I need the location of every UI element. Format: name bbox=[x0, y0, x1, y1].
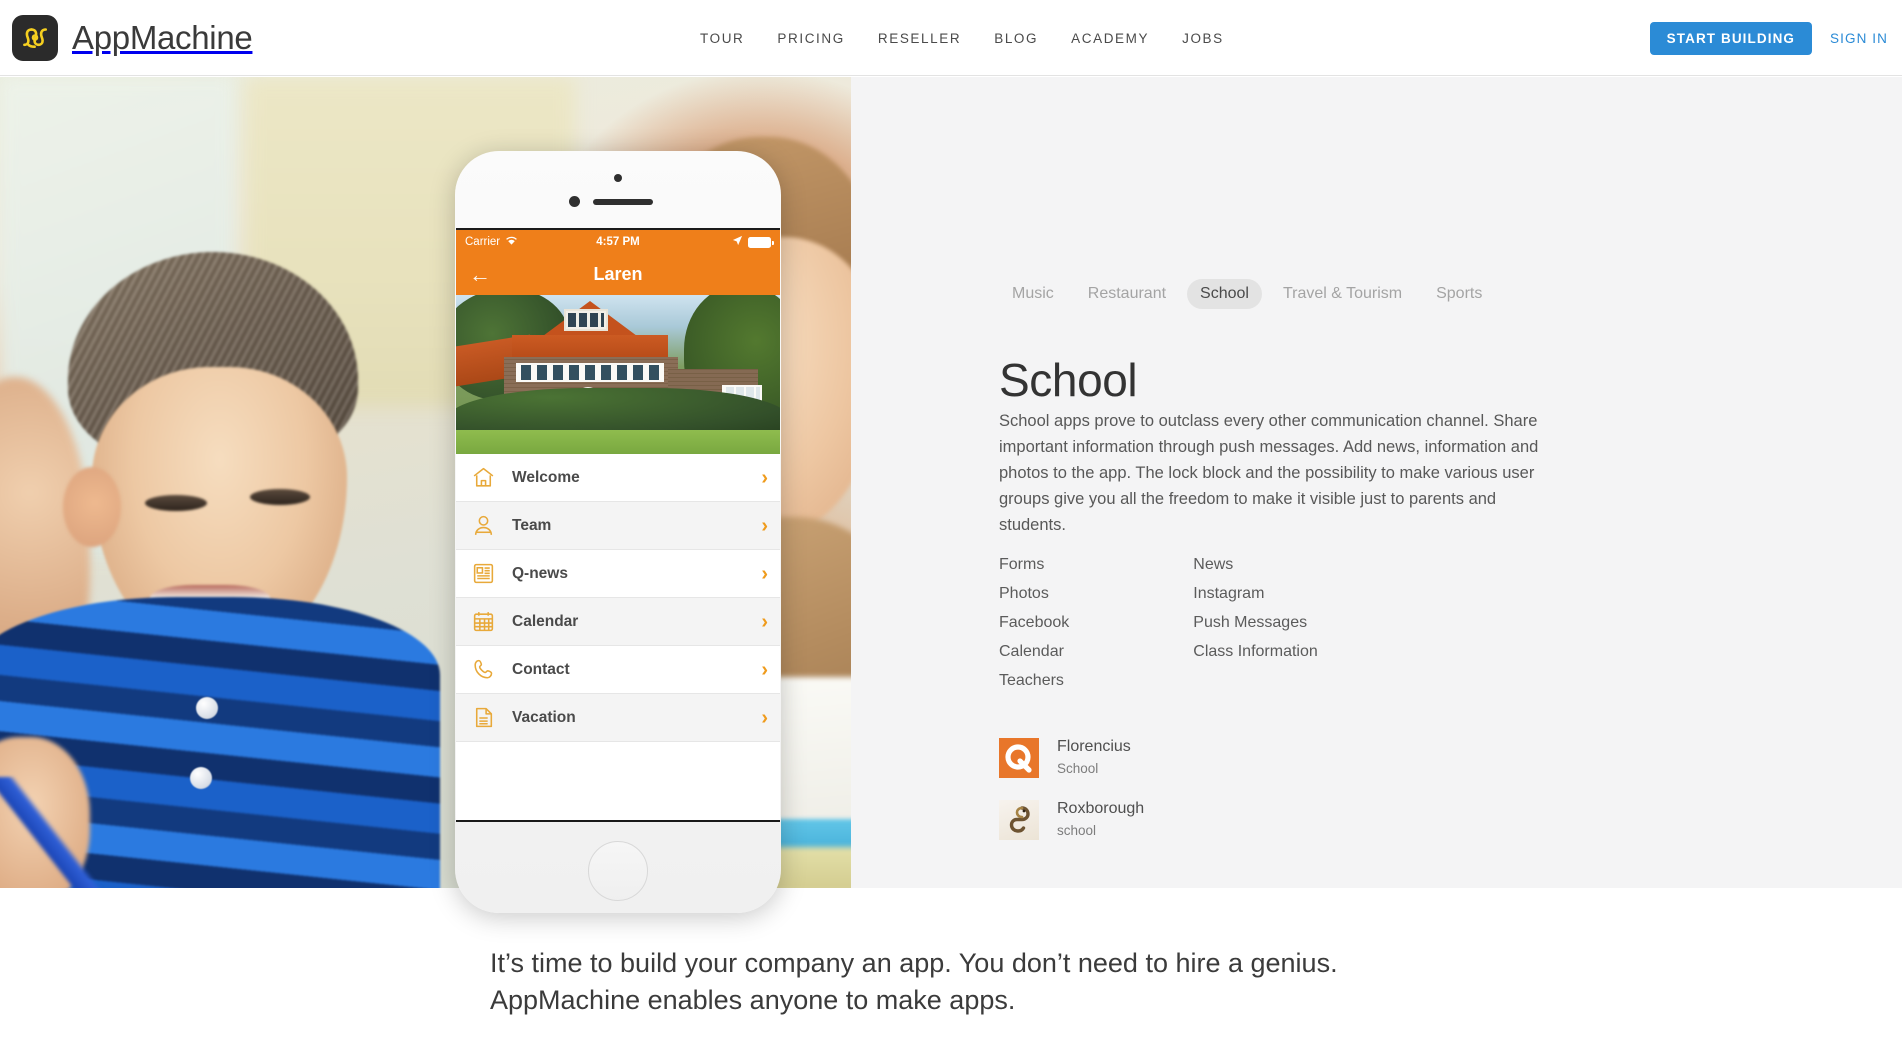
nav-item-tour[interactable]: TOUR bbox=[700, 31, 744, 46]
app-menu-item-calendar[interactable]: Calendar › bbox=[456, 598, 780, 646]
site-header: AppMachine TOUR PRICING RESELLER BLOG AC… bbox=[0, 0, 1902, 76]
newspaper-icon bbox=[468, 559, 498, 589]
chevron-right-icon: › bbox=[761, 466, 768, 489]
feature-item: Photos bbox=[999, 585, 1049, 602]
example-apps-list: Florencius School Roxborough school bbox=[999, 737, 1144, 861]
feature-column-1: Forms Photos Facebook Calendar Teachers bbox=[999, 552, 1069, 693]
app-name: Roxborough bbox=[1057, 800, 1145, 817]
tab-school[interactable]: School bbox=[1187, 279, 1262, 309]
feature-item: Facebook bbox=[999, 614, 1070, 631]
start-building-button[interactable]: START BUILDING bbox=[1649, 21, 1813, 55]
tagline-line-1: It’s time to build your company an app. … bbox=[490, 948, 1338, 978]
tab-sports[interactable]: Sports bbox=[1423, 279, 1495, 309]
school-building-photo bbox=[456, 295, 780, 454]
phone-icon bbox=[468, 655, 498, 685]
app-menu-label: Q-news bbox=[512, 564, 568, 582]
nav-item-reseller[interactable]: RESELLER bbox=[878, 31, 961, 46]
roxborough-snake-icon bbox=[999, 800, 1039, 840]
nav-item-academy[interactable]: ACADEMY bbox=[1071, 31, 1149, 46]
app-menu-label: Contact bbox=[512, 660, 570, 678]
nav-item-blog[interactable]: BLOG bbox=[994, 31, 1038, 46]
app-title: Laren bbox=[593, 264, 643, 284]
phone-speaker-icon bbox=[593, 199, 653, 205]
feature-item: News bbox=[1193, 556, 1234, 573]
app-list-item[interactable]: Roxborough school bbox=[999, 799, 1144, 841]
page-title: School bbox=[999, 353, 1138, 406]
app-navbar: ← Laren bbox=[456, 254, 780, 295]
feature-column-2: News Instagram Push Messages Class Infor… bbox=[1193, 552, 1318, 693]
feature-item: Instagram bbox=[1193, 585, 1265, 602]
feature-item: Forms bbox=[999, 556, 1045, 573]
feature-item: Push Messages bbox=[1193, 614, 1308, 631]
tagline-line-2: AppMachine enables anyone to make apps. bbox=[490, 985, 1016, 1015]
phone-status-bar: Carrier 4:57 PM bbox=[456, 230, 780, 254]
person-icon bbox=[468, 511, 498, 541]
nav-item-pricing[interactable]: PRICING bbox=[777, 31, 844, 46]
calendar-icon bbox=[468, 607, 498, 637]
hero-section: Carrier 4:57 PM ← Laren Welcome › Team ›… bbox=[0, 77, 1902, 913]
app-menu-label: Calendar bbox=[512, 612, 579, 630]
feature-item: Class Information bbox=[1193, 643, 1318, 660]
tab-travel-tourism[interactable]: Travel & Tourism bbox=[1270, 279, 1415, 309]
app-menu-item-team[interactable]: Team › bbox=[456, 502, 780, 550]
nav-item-jobs[interactable]: JOBS bbox=[1182, 31, 1224, 46]
app-menu-label: Welcome bbox=[512, 468, 580, 486]
chevron-right-icon: › bbox=[761, 514, 768, 537]
phone-screen: Carrier 4:57 PM ← Laren Welcome › Team ›… bbox=[456, 228, 780, 822]
phone-home-button[interactable] bbox=[588, 841, 648, 901]
arrow-left-icon[interactable]: ← bbox=[469, 263, 491, 286]
phone-sensor-icon bbox=[569, 196, 580, 207]
app-menu-item-vacation[interactable]: Vacation › bbox=[456, 694, 780, 742]
tab-restaurant[interactable]: Restaurant bbox=[1075, 279, 1179, 309]
app-menu-item-q-news[interactable]: Q-news › bbox=[456, 550, 780, 598]
brand-name: AppMachine bbox=[72, 18, 253, 56]
document-icon bbox=[468, 703, 498, 733]
florencius-q-icon bbox=[999, 738, 1039, 778]
app-name: Florencius bbox=[1057, 738, 1131, 755]
header-actions: START BUILDING SIGN IN bbox=[1649, 0, 1888, 76]
tab-music[interactable]: Music bbox=[999, 279, 1067, 309]
feature-item: Calendar bbox=[999, 643, 1064, 660]
app-category: school bbox=[1057, 823, 1097, 838]
brand-logo-link[interactable]: AppMachine bbox=[12, 14, 253, 61]
app-menu-label: Vacation bbox=[512, 708, 576, 726]
battery-full-icon bbox=[748, 236, 774, 248]
chevron-right-icon: › bbox=[761, 658, 768, 681]
main-navigation: TOUR PRICING RESELLER BLOG ACADEMY JOBS bbox=[700, 0, 1224, 76]
category-detail-panel: Music Restaurant School Travel & Tourism… bbox=[851, 77, 1902, 888]
footer-tagline: It’s time to build your company an app. … bbox=[490, 945, 1338, 1019]
feature-columns: Forms Photos Facebook Calendar Teachers … bbox=[999, 552, 1318, 693]
phone-clock: 4:57 PM bbox=[596, 236, 640, 248]
chevron-right-icon: › bbox=[761, 706, 768, 729]
home-icon bbox=[468, 463, 498, 493]
category-description: School apps prove to outclass every othe… bbox=[999, 411, 1539, 534]
app-category: School bbox=[1057, 761, 1099, 776]
app-menu-item-contact[interactable]: Contact › bbox=[456, 646, 780, 694]
phone-camera-icon bbox=[614, 174, 622, 182]
feature-item: Teachers bbox=[999, 672, 1064, 689]
chevron-right-icon: › bbox=[761, 610, 768, 633]
category-tabs: Music Restaurant School Travel & Tourism… bbox=[999, 279, 1495, 309]
chevron-right-icon: › bbox=[761, 562, 768, 585]
sign-in-link[interactable]: SIGN IN bbox=[1830, 31, 1888, 46]
app-menu-list: Welcome › Team › Q-news › Calendar › Con… bbox=[456, 454, 780, 742]
app-menu-item-welcome[interactable]: Welcome › bbox=[456, 454, 780, 502]
appmachine-knot-logo-icon bbox=[12, 14, 58, 61]
app-list-item[interactable]: Florencius School bbox=[999, 737, 1144, 779]
app-menu-label: Team bbox=[512, 516, 552, 534]
phone-mockup: Carrier 4:57 PM ← Laren Welcome › Team ›… bbox=[455, 151, 781, 913]
